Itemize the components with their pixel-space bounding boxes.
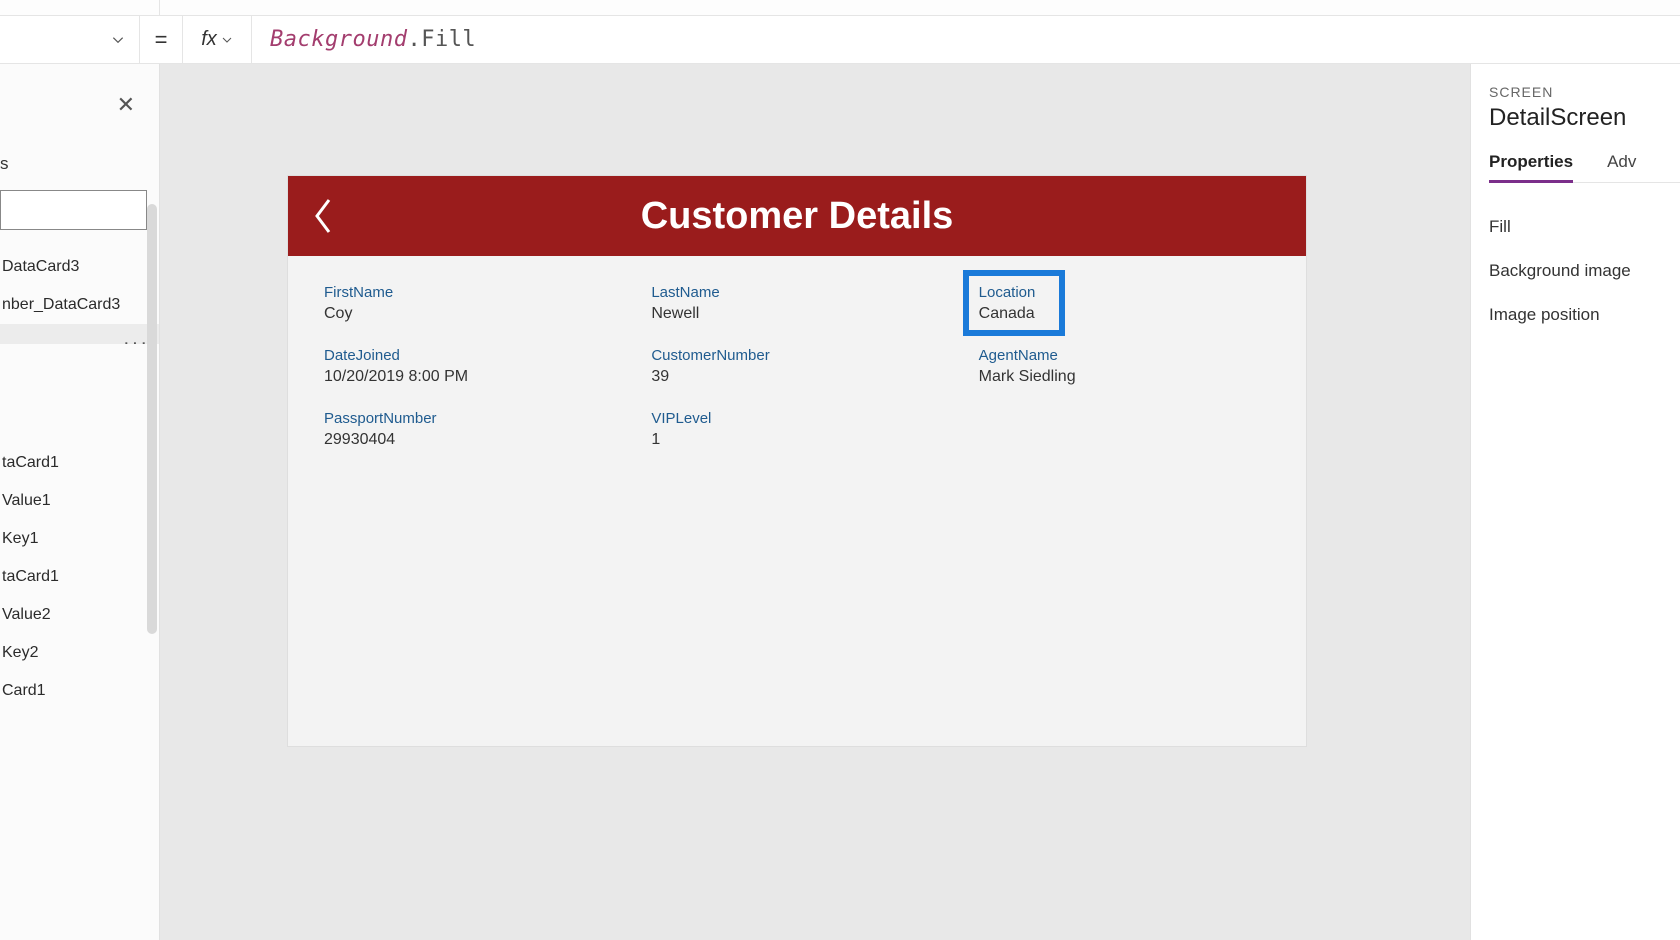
tree-item[interactable]: DataCard3 (0, 248, 159, 286)
main-area: ✕ s DataCard3 nber_DataCard3 ··· taCard1… (0, 64, 1680, 940)
tree-item[interactable]: Card1 (0, 672, 159, 710)
tree-header-fragment: s (0, 64, 159, 184)
tab-properties[interactable]: Properties (1489, 152, 1573, 183)
properties-panel: SCREEN DetailScreen Properties Adv Fill … (1470, 64, 1680, 940)
tab-advanced[interactable]: Adv (1607, 152, 1636, 182)
formula-token-property: .Fill (407, 27, 476, 52)
card-firstname[interactable]: FirstName Coy (316, 280, 623, 333)
tree-item-selected[interactable]: ··· (0, 324, 159, 344)
annotation-highlight (963, 270, 1065, 336)
card-passportnumber[interactable]: PassportNumber 29930404 (316, 406, 623, 459)
tree-list: DataCard3 nber_DataCard3 ··· taCard1 Val… (0, 248, 159, 710)
tree-view-panel: ✕ s DataCard3 nber_DataCard3 ··· taCard1… (0, 64, 160, 940)
tree-item[interactable]: taCard1 (0, 444, 159, 482)
tree-item[interactable]: taCard1 (0, 558, 159, 596)
formula-bar: = fx Background.Fill (0, 16, 1680, 64)
app-preview-screen[interactable]: Customer Details FirstName Coy LastName … (288, 176, 1306, 746)
field-label: AgentName (979, 347, 1270, 364)
field-value: 39 (651, 368, 942, 386)
detail-form: FirstName Coy LastName Newell Location C… (288, 256, 1306, 483)
field-label: Location (979, 284, 1270, 301)
property-row-background-image[interactable]: Background image (1489, 249, 1680, 293)
chevron-down-icon (221, 34, 233, 46)
panel-kicker: SCREEN (1489, 84, 1680, 100)
chevron-left-icon (309, 196, 337, 236)
canvas[interactable]: Customer Details FirstName Coy LastName … (160, 64, 1470, 940)
equals-sign: = (140, 27, 182, 53)
field-value: 29930404 (324, 431, 615, 449)
tree-item[interactable]: Value2 (0, 596, 159, 634)
field-value: Newell (651, 305, 942, 323)
app-header: Customer Details (288, 176, 1306, 256)
window-tab-strip (0, 0, 1680, 16)
fx-button[interactable]: fx (182, 16, 252, 63)
field-value: Mark Siedling (979, 368, 1270, 386)
field-label: LastName (651, 284, 942, 301)
field-label: CustomerNumber (651, 347, 942, 364)
field-label: FirstName (324, 284, 615, 301)
card-viplevel[interactable]: VIPLevel 1 (643, 406, 950, 459)
field-label: VIPLevel (651, 410, 942, 427)
property-row-image-position[interactable]: Image position (1489, 293, 1680, 337)
field-label: PassportNumber (324, 410, 615, 427)
card-datejoined[interactable]: DateJoined 10/20/2019 8:00 PM (316, 343, 623, 396)
tree-item[interactable]: Key2 (0, 634, 159, 672)
tree-gap (0, 344, 159, 444)
field-value: 10/20/2019 8:00 PM (324, 368, 615, 386)
card-agentname[interactable]: AgentName Mark Siedling (971, 343, 1278, 396)
formula-token-object: Background (270, 27, 407, 52)
panel-tabs: Properties Adv (1489, 152, 1680, 183)
card-lastname[interactable]: LastName Newell (643, 280, 950, 333)
card-customernumber[interactable]: CustomerNumber 39 (643, 343, 950, 396)
field-value: Coy (324, 305, 615, 323)
tree-item[interactable]: Value1 (0, 482, 159, 520)
tree-item[interactable]: nber_DataCard3 (0, 286, 159, 324)
back-button[interactable] (288, 196, 358, 236)
panel-title: DetailScreen (1489, 104, 1680, 132)
more-icon[interactable]: ··· (123, 332, 149, 344)
tree-search-input[interactable] (0, 190, 147, 230)
property-dropdown[interactable] (0, 16, 140, 64)
field-value: Canada (979, 305, 1270, 323)
field-label: DateJoined (324, 347, 615, 364)
tab-placeholder (0, 0, 160, 15)
scrollbar-thumb[interactable] (147, 204, 157, 634)
fx-label: fx (201, 28, 217, 51)
formula-input[interactable]: Background.Fill (252, 27, 1680, 52)
field-value: 1 (651, 431, 942, 449)
close-icon[interactable]: ✕ (117, 92, 135, 118)
chevron-down-icon (111, 33, 125, 47)
tree-item[interactable]: Key1 (0, 520, 159, 558)
card-location[interactable]: Location Canada (971, 280, 1278, 333)
property-row-fill[interactable]: Fill (1489, 205, 1680, 249)
app-title: Customer Details (358, 195, 1306, 238)
panel-properties-list: Fill Background image Image position (1489, 205, 1680, 337)
